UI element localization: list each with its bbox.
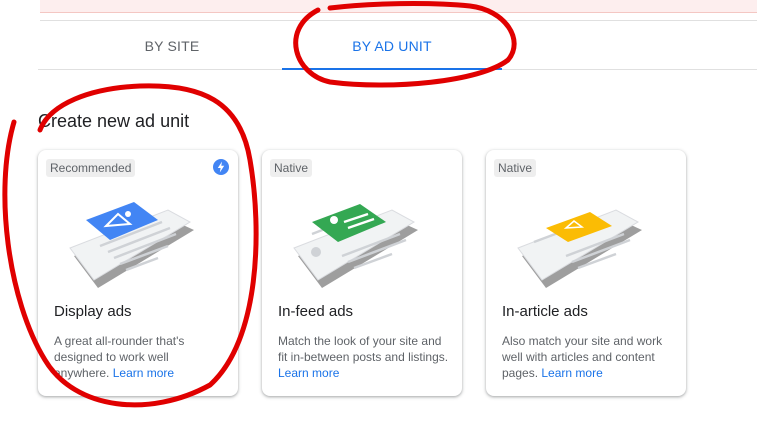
bolt-icon: [213, 159, 229, 175]
in-article-ads-card[interactable]: Native In-article ads Also match your si…: [486, 150, 686, 396]
tab-bar: BY SITE BY AD UNIT: [38, 22, 757, 70]
in-article-ads-illustration: [517, 209, 642, 288]
card-description: Also match your site and work well with …: [502, 334, 663, 380]
card-title: In-feed ads: [278, 303, 354, 320]
divider: [40, 20, 757, 21]
in-feed-ads-illustration: [293, 204, 418, 288]
learn-more-link[interactable]: Learn more: [278, 366, 339, 380]
card-description: Match the look of your site and fit in-b…: [278, 334, 449, 380]
card-title: Display ads: [54, 303, 132, 320]
card-description: A great all-rounder that's designed to w…: [54, 334, 185, 380]
in-feed-ads-card[interactable]: Native In-feed ads Match the look of you…: [262, 150, 462, 396]
recommended-badge: Recommended: [46, 159, 136, 177]
active-tab-indicator: [282, 68, 502, 70]
learn-more-link[interactable]: Learn more: [113, 366, 174, 380]
native-badge: Native: [270, 159, 313, 177]
card-title: In-article ads: [502, 303, 588, 320]
native-badge: Native: [494, 159, 537, 177]
learn-more-link[interactable]: Learn more: [541, 366, 602, 380]
tab-by-ad-unit[interactable]: BY AD UNIT: [282, 22, 502, 69]
display-ads-card[interactable]: Recommended Display ads A great all-roun…: [38, 150, 238, 396]
section-title: Create new ad unit: [38, 111, 190, 131]
alert-banner-strip: [40, 0, 757, 13]
display-ads-illustration: [69, 202, 194, 288]
tab-by-site[interactable]: BY SITE: [108, 22, 236, 69]
